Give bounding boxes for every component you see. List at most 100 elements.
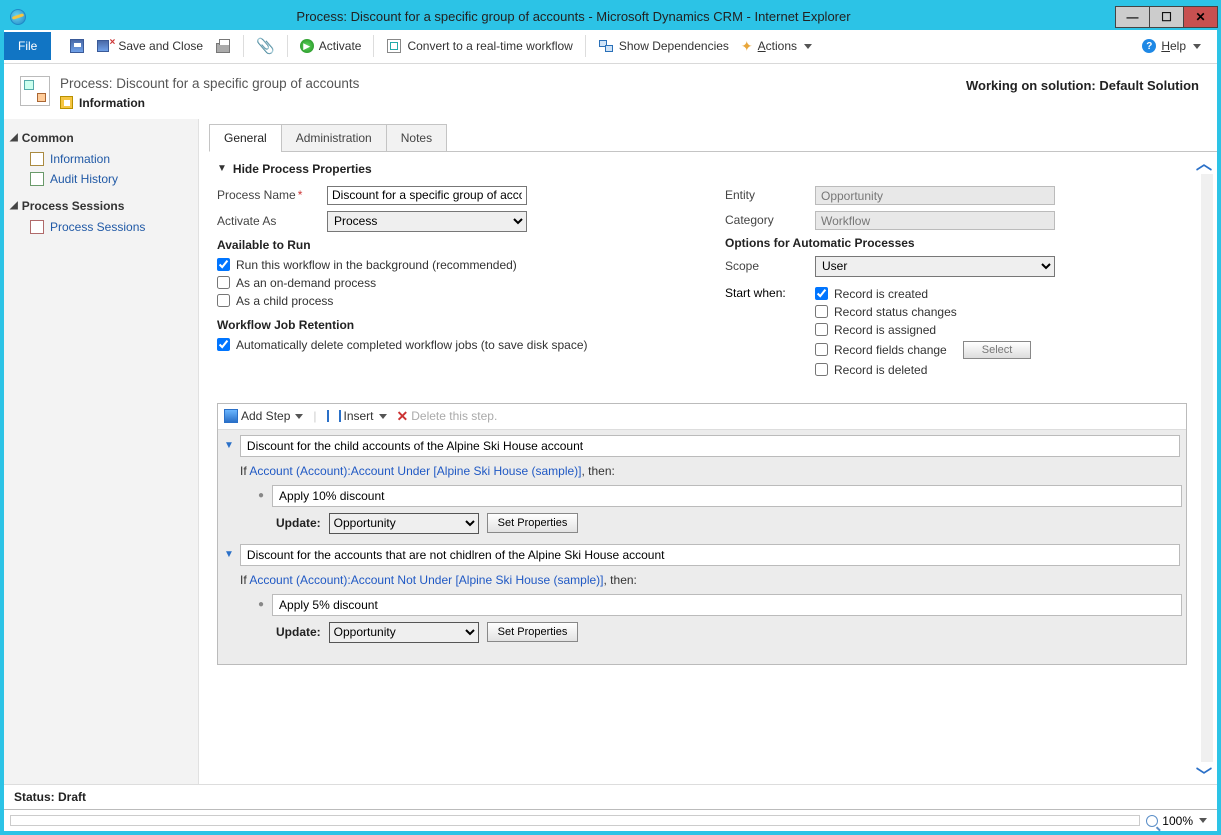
activate-button[interactable]: ▶ Activate	[294, 36, 368, 56]
process-name-input[interactable]	[327, 186, 527, 205]
activate-as-select[interactable]: Process	[327, 211, 527, 232]
chevron-down-icon	[295, 414, 303, 419]
wf-stage-title-2[interactable]	[240, 544, 1180, 566]
ie-address-area	[10, 815, 1140, 826]
add-step-button[interactable]: Add Step	[224, 409, 303, 423]
attach-button[interactable]: 📎	[250, 34, 281, 58]
select-fields-button[interactable]: Select	[963, 341, 1032, 359]
retention-heading: Workflow Job Retention	[217, 318, 685, 332]
wf-condition-link-2[interactable]: Account (Account):Account Not Under [Alp…	[249, 573, 603, 587]
tab-notes[interactable]: Notes	[386, 124, 447, 152]
activate-as-label: Activate As	[217, 214, 327, 228]
deleted-checkbox[interactable]	[815, 363, 828, 376]
zoom-dropdown[interactable]	[1199, 818, 1207, 823]
status-changes-label: Record status changes	[834, 305, 957, 319]
delete-icon: ✕	[397, 408, 409, 425]
page-title: Information	[60, 92, 359, 112]
actions-label: Actions	[758, 39, 797, 53]
set-properties-button-1[interactable]: Set Properties	[487, 513, 579, 533]
help-icon: ?	[1142, 39, 1156, 53]
dependencies-icon	[599, 40, 613, 52]
zoom-level[interactable]: 100%	[1162, 814, 1193, 828]
wf-condition-1: If Account (Account):Account Under [Alpi…	[218, 460, 1186, 482]
chevron-down-icon	[804, 44, 812, 49]
wf-stage-title-1[interactable]	[240, 435, 1180, 457]
ie-icon	[10, 9, 26, 25]
wf-action-title-1[interactable]	[272, 485, 1182, 507]
scrollbar[interactable]	[1201, 174, 1213, 763]
ie-status-bar: 100%	[4, 809, 1217, 831]
print-button[interactable]	[209, 35, 237, 57]
window-title: Process: Discount for a specific group o…	[32, 9, 1115, 24]
info-icon	[30, 152, 44, 166]
actions-icon: ✦	[741, 38, 753, 55]
scope-select[interactable]: User	[815, 256, 1055, 277]
ribbon-toolbar: File × Save and Close 📎 ▶ Activate Conve…	[4, 30, 1217, 64]
fields-change-checkbox[interactable]	[815, 343, 828, 356]
save-button[interactable]	[63, 35, 91, 57]
section-toggle-process-properties[interactable]: ▼Hide Process Properties	[217, 162, 1193, 176]
nav-item-process-sessions[interactable]: Process Sessions	[10, 217, 192, 237]
nav-item-audit-history[interactable]: Audit History	[10, 169, 192, 189]
help-label: Help	[1161, 39, 1186, 53]
wf-condition-link-1[interactable]: Account (Account):Account Under [Alpine …	[249, 464, 581, 478]
tab-strip: General Administration Notes	[209, 123, 1217, 152]
close-button[interactable]: ✕	[1183, 6, 1218, 28]
wf-update-entity-1[interactable]: Opportunity	[329, 513, 479, 534]
status-bar: Status: Draft	[4, 784, 1217, 809]
window-title-bar: Process: Discount for a specific group o…	[4, 4, 1217, 30]
available-to-run-heading: Available to Run	[217, 238, 685, 252]
wf-action-title-2[interactable]	[272, 594, 1182, 616]
status-changes-checkbox[interactable]	[815, 305, 828, 318]
save-close-icon: ×	[97, 38, 113, 54]
scroll-down-button[interactable]: ﹀	[1197, 767, 1211, 781]
auto-delete-label: Automatically delete completed workflow …	[236, 338, 588, 352]
collapse-icon[interactable]: ▼	[224, 549, 234, 560]
entity-field: Opportunity	[815, 186, 1055, 205]
save-and-close-button[interactable]: × Save and Close	[91, 35, 209, 57]
child-process-label: As a child process	[236, 294, 333, 308]
assigned-checkbox[interactable]	[815, 323, 828, 336]
activate-icon: ▶	[300, 39, 314, 53]
auto-delete-checkbox[interactable]	[217, 338, 230, 351]
nav-item-information[interactable]: Information	[10, 149, 192, 169]
assigned-label: Record is assigned	[834, 323, 936, 337]
record-created-label: Record is created	[834, 287, 928, 301]
tab-administration[interactable]: Administration	[281, 124, 387, 152]
file-tab[interactable]: File	[4, 32, 51, 60]
bullet-icon: ●	[258, 599, 264, 610]
bullet-icon: ●	[258, 490, 264, 501]
wf-condition-2: If Account (Account):Account Not Under […	[218, 569, 1186, 591]
on-demand-checkbox[interactable]	[217, 276, 230, 289]
actions-menu[interactable]: ✦ Actions	[735, 35, 818, 58]
save-and-close-label: Save and Close	[118, 39, 203, 53]
convert-button[interactable]: Convert to a real-time workflow	[380, 35, 578, 57]
maximize-button[interactable]: ☐	[1149, 6, 1184, 28]
scope-label: Scope	[725, 259, 815, 273]
nav-group-common[interactable]: ◢Common	[10, 131, 192, 145]
show-dependencies-button[interactable]: Show Dependencies	[592, 35, 735, 57]
wf-update-label: Update:	[276, 516, 321, 530]
help-menu[interactable]: ? Help	[1136, 36, 1207, 56]
deleted-label: Record is deleted	[834, 363, 927, 377]
minimize-button[interactable]: —	[1115, 6, 1150, 28]
nav-group-process-sessions[interactable]: ◢Process Sessions	[10, 199, 192, 213]
record-created-checkbox[interactable]	[815, 287, 828, 300]
audit-icon	[30, 172, 44, 186]
delete-step-button[interactable]: ✕Delete this step.	[397, 408, 498, 425]
wf-update-label: Update:	[276, 625, 321, 639]
show-deps-label: Show Dependencies	[619, 39, 729, 53]
scroll-up-button[interactable]: ︿	[1197, 155, 1211, 169]
insert-icon	[327, 409, 341, 423]
child-process-checkbox[interactable]	[217, 294, 230, 307]
run-background-checkbox[interactable]	[217, 258, 230, 271]
category-field: Workflow	[815, 211, 1055, 230]
insert-button[interactable]: Insert	[327, 409, 387, 423]
paperclip-icon: 📎	[256, 37, 275, 55]
convert-label: Convert to a real-time workflow	[407, 39, 572, 53]
print-icon	[216, 43, 230, 53]
tab-general[interactable]: General	[209, 124, 282, 152]
set-properties-button-2[interactable]: Set Properties	[487, 622, 579, 642]
collapse-icon[interactable]: ▼	[224, 440, 234, 451]
wf-update-entity-2[interactable]: Opportunity	[329, 622, 479, 643]
